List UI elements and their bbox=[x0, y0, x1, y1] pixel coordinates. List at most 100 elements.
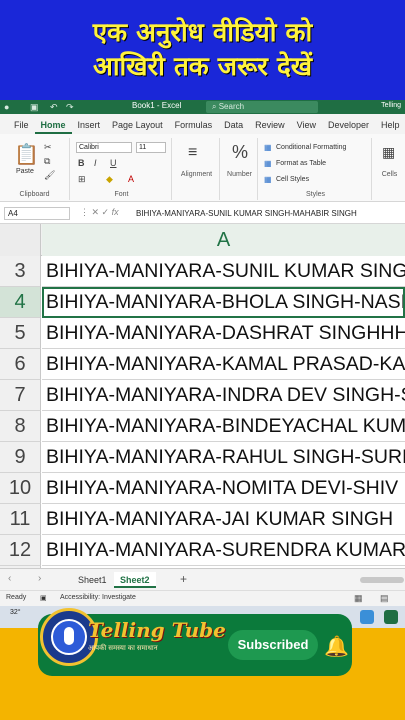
grid-cell[interactable]: BIHIYA-MANIYARA-BINDEYACHAL KUMAR bbox=[42, 411, 405, 442]
horizontal-scrollbar[interactable] bbox=[360, 577, 404, 583]
formula-controls[interactable]: ⋮ ✕ ✓ fx bbox=[80, 207, 119, 218]
status-ready: Ready bbox=[6, 594, 27, 601]
title-search-box[interactable]: ⌕ Search bbox=[206, 101, 318, 113]
cell-styles-button[interactable]: Cell Styles bbox=[276, 176, 309, 183]
table-row: 8 BIHIYA-MANIYARA-BINDEYACHAL KUMAR bbox=[0, 411, 405, 442]
table-row: 11 BIHIYA-MANIYARA-JAI KUMAR SINGH bbox=[0, 504, 405, 535]
grid-cell[interactable]: BIHIYA-MANIYARA-SUNIL KUMAR SINGH-MAHABI… bbox=[42, 256, 405, 287]
cells-group-label[interactable]: Cells bbox=[374, 171, 405, 178]
format-as-table-button[interactable]: Format as Table bbox=[276, 160, 326, 167]
underline-button[interactable]: U bbox=[110, 158, 117, 168]
row-header[interactable]: 6 bbox=[0, 349, 41, 380]
conditional-formatting-button[interactable]: Conditional Formatting bbox=[276, 144, 346, 151]
alignment-group-label[interactable]: Alignment bbox=[174, 171, 219, 178]
tab-view[interactable]: View bbox=[291, 120, 322, 134]
clipboard-group: 📋 Paste ✂ ⧉ 🖌 Clipboard bbox=[0, 138, 70, 200]
row-header[interactable]: 7 bbox=[0, 380, 41, 411]
browser-icon[interactable] bbox=[360, 610, 374, 624]
tab-insert[interactable]: Insert bbox=[72, 120, 107, 134]
table-row: 10 BIHIYA-MANIYARA-NOMITA DEVI-SHIV bbox=[0, 473, 405, 504]
subscribe-card: Telling Tube आपकी समस्या का समाधान Subsc… bbox=[38, 608, 352, 676]
tab-file[interactable]: File bbox=[8, 120, 35, 134]
row-header[interactable]: 11 bbox=[0, 504, 41, 535]
styles-group-label: Styles bbox=[305, 191, 326, 198]
grid-cell[interactable]: BIHIYA-MANIYARA-INDRA DEV SINGH-SHIV bbox=[42, 380, 405, 411]
italic-button[interactable]: I bbox=[94, 158, 97, 168]
table-row: 5 BIHIYA-MANIYARA-DASHRAT SINGHHH bbox=[0, 318, 405, 349]
autosave-icon[interactable]: ● bbox=[4, 102, 9, 112]
channel-name: Telling Tube bbox=[88, 618, 226, 642]
undo-icon[interactable]: ↶ bbox=[50, 102, 58, 113]
subscribed-button[interactable]: Subscribed bbox=[228, 630, 318, 660]
name-box[interactable]: A4 bbox=[4, 207, 70, 220]
user-name[interactable]: Telling bbox=[381, 102, 401, 109]
row-header[interactable]: 8 bbox=[0, 411, 41, 442]
bold-button[interactable]: B bbox=[78, 158, 85, 168]
tab-home[interactable]: Home bbox=[34, 120, 72, 134]
bell-icon[interactable]: 🔔 bbox=[324, 634, 349, 659]
row-header[interactable]: 3 bbox=[0, 256, 41, 287]
column-header-row: A bbox=[0, 224, 405, 256]
borders-icon[interactable]: ⊞ bbox=[78, 174, 86, 185]
cells-group: ▦ Cells bbox=[374, 138, 405, 200]
tab-formulas[interactable]: Formulas bbox=[169, 120, 219, 134]
tab-data[interactable]: Data bbox=[218, 120, 249, 134]
cell-styles-icon: ▦ bbox=[264, 175, 272, 184]
redo-icon[interactable]: ↷ bbox=[66, 102, 74, 113]
percent-icon[interactable]: % bbox=[232, 142, 248, 163]
tab-page-layout[interactable]: Page Layout bbox=[106, 120, 169, 134]
paste-label[interactable]: Paste bbox=[16, 168, 34, 175]
column-header-a[interactable]: A bbox=[42, 224, 405, 256]
excel-taskbar-icon[interactable] bbox=[384, 610, 398, 624]
grid-cell[interactable]: BIHIYA-MANIYARA-SURENDRA KUMAR bbox=[42, 535, 405, 566]
sheet-tab-bar: ‹ › Sheet1 Sheet2 + bbox=[0, 568, 405, 590]
grid-cell[interactable]: BIHIYA-MANIYARA-BHOLA SINGH-NASIB SINGH bbox=[42, 287, 405, 318]
paste-icon[interactable]: 📋 bbox=[14, 142, 39, 167]
row-header[interactable]: 5 bbox=[0, 318, 41, 349]
grid-cell[interactable]: BIHIYA-MANIYARA-JAI KUMAR SINGH bbox=[42, 504, 405, 535]
font-name-select[interactable]: Calibri bbox=[76, 142, 132, 153]
ribbon-tabs: File Home Insert Page Layout Formulas Da… bbox=[0, 114, 405, 134]
format-painter-icon[interactable]: 🖌 bbox=[44, 170, 55, 181]
formula-bar: A4 ⋮ ✕ ✓ fx BIHIYA-MANIYARA-SUNIL KUMAR … bbox=[0, 202, 405, 224]
alignment-icon[interactable]: ≡ bbox=[188, 144, 197, 162]
save-icon[interactable]: ▣ bbox=[30, 102, 39, 113]
screen: एक अनुरोध वीडियो को आखिरी तक जरूर देखें … bbox=[0, 0, 405, 720]
font-group: Calibri 11 B I U ⊞ ◆ A Font bbox=[72, 138, 172, 200]
prev-sheet-icon[interactable]: ‹ bbox=[8, 573, 11, 584]
row-header[interactable]: 12 bbox=[0, 535, 41, 566]
format-table-icon: ▦ bbox=[264, 159, 272, 168]
cells-icon[interactable]: ▦ bbox=[382, 144, 395, 161]
formula-input[interactable]: BIHIYA-MANIYARA-SUNIL KUMAR SINGH-MAHABI… bbox=[136, 209, 357, 218]
row-header[interactable]: 4 bbox=[0, 287, 41, 318]
microphone-icon bbox=[64, 627, 74, 645]
add-sheet-icon[interactable]: + bbox=[180, 572, 187, 586]
spreadsheet-grid: A 3BIHIYA-MANIYARA-SUNIL KUMAR SINGH-MAH… bbox=[0, 224, 405, 568]
tab-review[interactable]: Review bbox=[249, 120, 291, 134]
grid-cell[interactable]: BIHIYA-MANIYARA-RAHUL SINGH-SURESH bbox=[42, 442, 405, 473]
accessibility-status[interactable]: Accessibility: Investigate bbox=[60, 594, 136, 601]
page-layout-view-icon[interactable]: ▤ bbox=[380, 593, 389, 604]
font-color-icon[interactable]: A bbox=[128, 174, 134, 184]
tab-help[interactable]: Help bbox=[375, 120, 405, 134]
weather-temp[interactable]: 32° bbox=[10, 609, 21, 616]
copy-icon[interactable]: ⧉ bbox=[44, 156, 50, 167]
row-header[interactable]: 9 bbox=[0, 442, 41, 473]
next-sheet-icon[interactable]: › bbox=[38, 573, 41, 584]
row-header[interactable]: 10 bbox=[0, 473, 41, 504]
tab-developer[interactable]: Developer bbox=[322, 120, 375, 134]
grid-cell[interactable]: BIHIYA-MANIYARA-NOMITA DEVI-SHIV bbox=[42, 473, 405, 504]
sheet-tab-sheet2[interactable]: Sheet2 bbox=[114, 572, 156, 588]
cut-icon[interactable]: ✂ bbox=[44, 142, 52, 153]
sheet-tab-sheet1[interactable]: Sheet1 bbox=[72, 572, 113, 588]
number-group-label[interactable]: Number bbox=[222, 171, 257, 178]
normal-view-icon[interactable]: ▦ bbox=[354, 593, 363, 604]
fill-color-icon[interactable]: ◆ bbox=[106, 174, 113, 185]
grid-cell[interactable]: BIHIYA-MANIYARA-DASHRAT SINGHHH bbox=[42, 318, 405, 349]
grid-cell[interactable]: BIHIYA-MANIYARA-KAMAL PRASAD-KAPIL bbox=[42, 349, 405, 380]
select-all-corner[interactable] bbox=[0, 224, 41, 256]
banner-line-1: एक अनुरोध वीडियो को bbox=[92, 18, 313, 48]
number-group: % Number bbox=[222, 138, 258, 200]
macro-record-icon[interactable]: ▣ bbox=[40, 594, 47, 602]
font-size-select[interactable]: 11 bbox=[136, 142, 166, 153]
